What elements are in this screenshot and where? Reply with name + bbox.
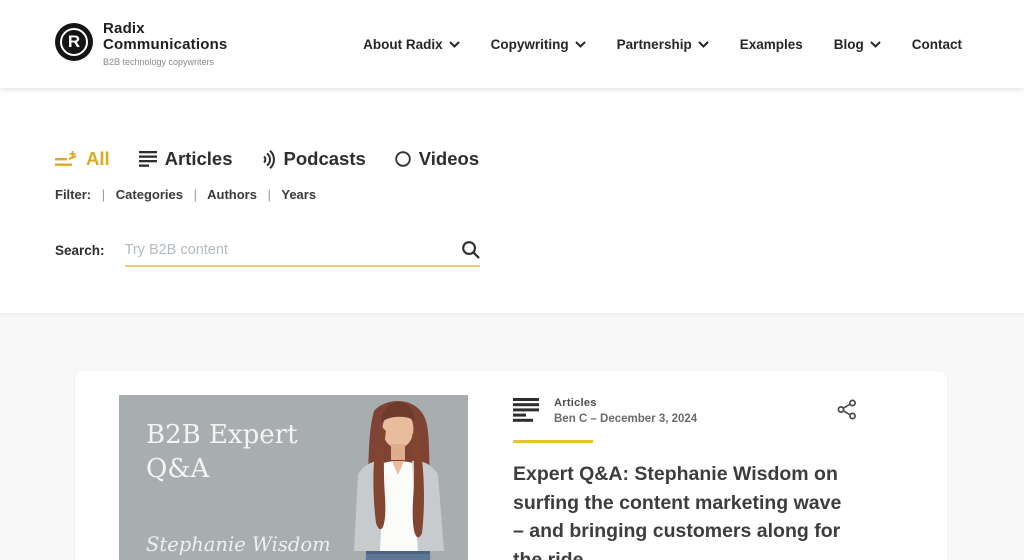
logo-name-line2: Communications	[103, 37, 227, 53]
search-label: Search:	[55, 243, 105, 267]
tab-label: Podcasts	[284, 148, 366, 170]
nav-examples[interactable]: Examples	[740, 37, 803, 52]
tab-label: All	[86, 148, 110, 170]
circle-icon	[395, 151, 411, 167]
tab-label: Videos	[419, 148, 479, 170]
nav-contact[interactable]: Contact	[912, 37, 962, 52]
nav-label: Partnership	[617, 37, 692, 52]
search-icon[interactable]	[461, 240, 480, 259]
person-photo	[328, 395, 468, 560]
posts-section: B2B Expert Q&A Stephanie Wisdom	[0, 313, 1024, 560]
nav-label: Blog	[834, 37, 864, 52]
post-category[interactable]: Articles	[554, 397, 697, 409]
accent-divider	[513, 440, 593, 443]
post-featured-image[interactable]: B2B Expert Q&A Stephanie Wisdom	[119, 395, 468, 560]
mixed-content-icon	[55, 150, 78, 169]
tab-videos[interactable]: Videos	[395, 148, 479, 170]
blog-filter-section: All Articles Podcasts	[0, 88, 1024, 267]
filter-label: Filter:	[55, 187, 91, 202]
nav-blog[interactable]: Blog	[834, 37, 881, 52]
nav-partnership[interactable]: Partnership	[617, 37, 709, 52]
broadcast-waves-icon	[262, 150, 276, 169]
post-title[interactable]: Expert Q&A: Stephanie Wisdom on surfing …	[513, 460, 857, 560]
separator: |	[268, 187, 271, 202]
nav-copywriting[interactable]: Copywriting	[491, 37, 586, 52]
chevron-down-icon	[449, 41, 460, 48]
radix-logo-icon: R	[55, 23, 93, 61]
nav-label: Contact	[912, 37, 962, 52]
search-box	[125, 240, 480, 267]
search-input[interactable]	[125, 242, 461, 258]
article-lines-icon	[139, 151, 157, 167]
main-content: All Articles Podcasts	[0, 88, 1024, 560]
share-nodes-icon[interactable]	[837, 399, 857, 420]
search-row: Search:	[55, 240, 1024, 267]
site-logo[interactable]: R Radix Communications B2B technology co…	[55, 21, 227, 67]
filter-row: Filter: | Categories | Authors | Years	[55, 187, 1024, 202]
chevron-down-icon	[698, 41, 709, 48]
post-byline: Ben C – December 3, 2024	[554, 413, 697, 425]
tab-podcasts[interactable]: Podcasts	[262, 148, 366, 170]
article-lines-icon	[513, 398, 539, 422]
logo-tagline: B2B technology copywriters	[103, 57, 227, 67]
separator: |	[102, 187, 105, 202]
filter-authors[interactable]: Authors	[207, 187, 257, 202]
nav-label: Copywriting	[491, 37, 569, 52]
tab-articles[interactable]: Articles	[139, 148, 233, 170]
tab-label: Articles	[165, 148, 233, 170]
chevron-down-icon	[870, 41, 881, 48]
post-meta-text: Articles Ben C – December 3, 2024	[554, 397, 697, 425]
main-nav: About Radix Copywriting Partnership Exam…	[363, 37, 962, 52]
filter-categories[interactable]: Categories	[116, 187, 183, 202]
separator: |	[194, 187, 197, 202]
site-header: R Radix Communications B2B technology co…	[0, 0, 1024, 88]
logo-initial: R	[60, 28, 88, 56]
logo-text: Radix Communications B2B technology copy…	[103, 21, 227, 67]
post-card[interactable]: B2B Expert Q&A Stephanie Wisdom	[75, 371, 947, 560]
nav-about-radix[interactable]: About Radix	[363, 37, 460, 52]
filter-years[interactable]: Years	[281, 187, 316, 202]
image-caption: Stephanie Wisdom	[146, 533, 331, 556]
nav-label: About Radix	[363, 37, 443, 52]
logo-name-line1: Radix	[103, 21, 227, 37]
post-meta-row: Articles Ben C – December 3, 2024	[513, 397, 857, 425]
content-type-tabs: All Articles Podcasts	[55, 148, 1024, 170]
image-heading: B2B Expert Q&A	[119, 395, 309, 486]
tab-all[interactable]: All	[55, 148, 110, 170]
nav-label: Examples	[740, 37, 803, 52]
post-content: Articles Ben C – December 3, 2024 Expert…	[513, 395, 857, 560]
chevron-down-icon	[575, 41, 586, 48]
